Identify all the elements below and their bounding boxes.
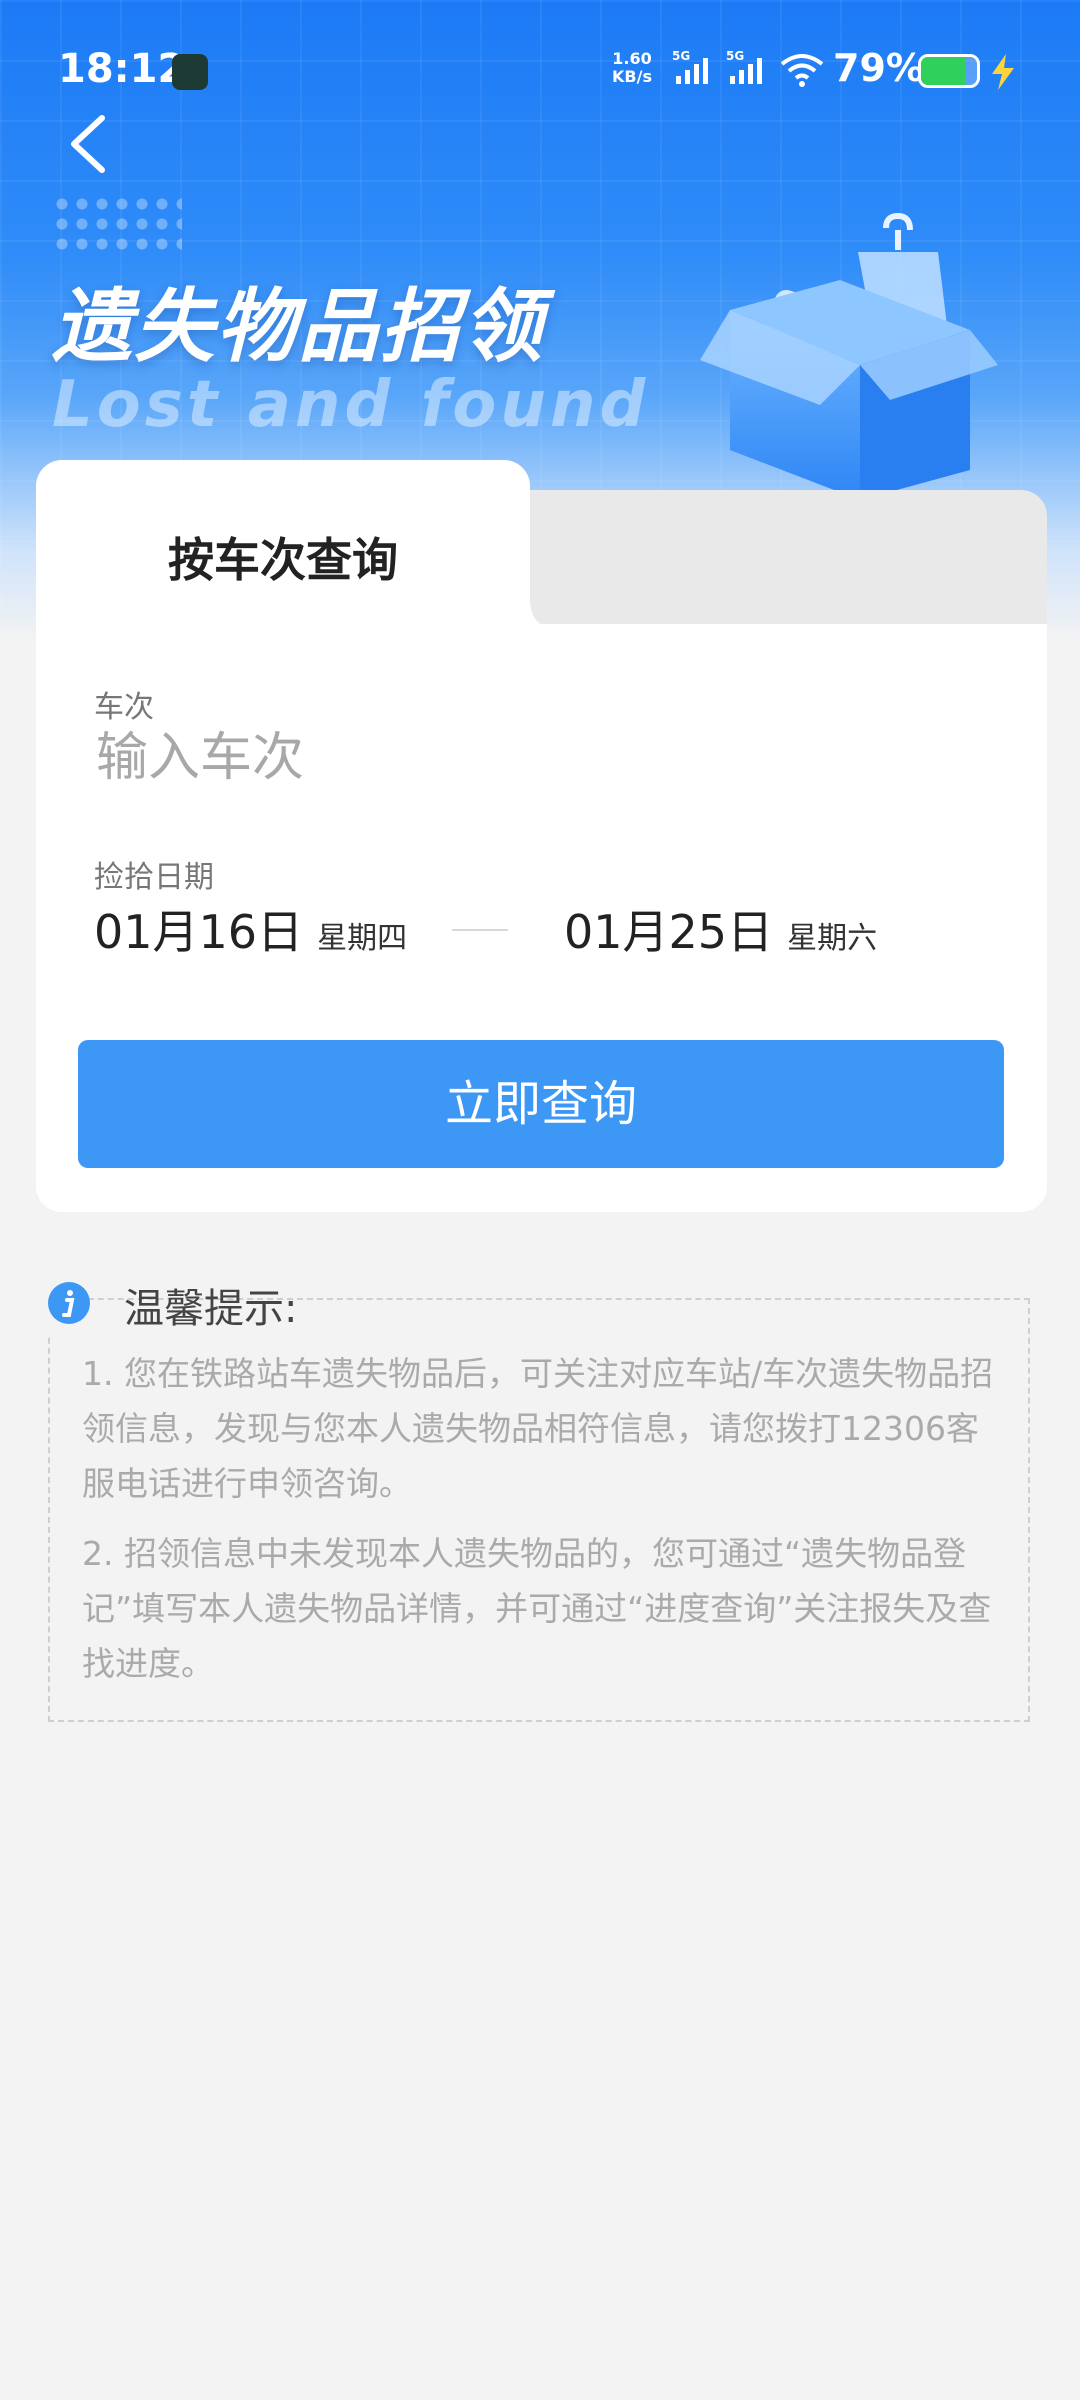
info-icon: [48, 1282, 90, 1324]
dot-pattern: [52, 194, 182, 254]
charging-icon: [992, 54, 1014, 90]
train-number-input[interactable]: [94, 722, 978, 794]
page-title: 遗失物品招领: [52, 280, 544, 373]
tab-by-train-label: 按车次查询: [168, 533, 398, 587]
page-subtitle: Lost and found: [52, 368, 650, 442]
query-button[interactable]: 立即查询: [78, 1040, 1004, 1168]
battery-fill: [921, 57, 966, 85]
end-day-of-week: 星期六: [787, 921, 878, 956]
svg-text:5G: 5G: [726, 49, 744, 63]
train-number-label: 车次: [94, 690, 154, 725]
tip-item: 1. 您在铁路站车遗失物品后，可关注对应车站/车次遗失物品招领信息，发现与您本人…: [82, 1354, 994, 1503]
start-date: 01月16日: [94, 905, 304, 959]
back-arrow-icon[interactable]: [60, 108, 120, 180]
svg-text:5G: 5G: [672, 49, 690, 63]
signal-5g-icon: 5G: [726, 49, 762, 84]
end-date: 01月25日: [564, 905, 774, 959]
tips-header: 温馨提示:: [48, 1274, 297, 1334]
tab-secondary[interactable]: [526, 490, 1047, 624]
wifi-icon: [780, 54, 824, 87]
lost-and-found-page: 遗失物品招领 Lost and found 18:12 1.60 KB/s 5G…: [0, 0, 1080, 2400]
tip-item: 2. 招领信息中未发现本人遗失物品的，您可通过“遗失物品登记”填写本人遗失物品详…: [82, 1534, 992, 1683]
tips-title: 温馨提示:: [124, 1286, 298, 1332]
app-notification-icon: [172, 54, 208, 90]
end-date-picker[interactable]: 01月25日 星期六: [564, 896, 877, 962]
battery-percent: 79%: [833, 46, 924, 90]
network-speed-unit: KB/s: [612, 67, 652, 86]
date-range-separator: [452, 929, 508, 931]
tab-by-train[interactable]: 按车次查询: [36, 460, 556, 630]
lost-box-illustration: [700, 212, 998, 500]
start-day-of-week: 星期四: [317, 921, 408, 956]
battery-icon: [918, 54, 980, 88]
status-time: 18:12: [58, 46, 186, 92]
start-date-picker[interactable]: 01月16日 星期四: [94, 896, 407, 962]
status-bar: 18:12 1.60 KB/s 5G 5G 79%: [0, 40, 1080, 104]
pickup-date-label: 捡拾日期: [94, 860, 214, 895]
network-speed: 1.60 KB/s: [612, 50, 652, 86]
search-card: 按车次查询 车次 捡拾日期 01月16日星期四 01月25日星期六 立即查询: [36, 460, 1047, 1212]
network-speed-value: 1.60: [612, 49, 652, 68]
signal-5g-icon: 5G: [672, 49, 708, 84]
